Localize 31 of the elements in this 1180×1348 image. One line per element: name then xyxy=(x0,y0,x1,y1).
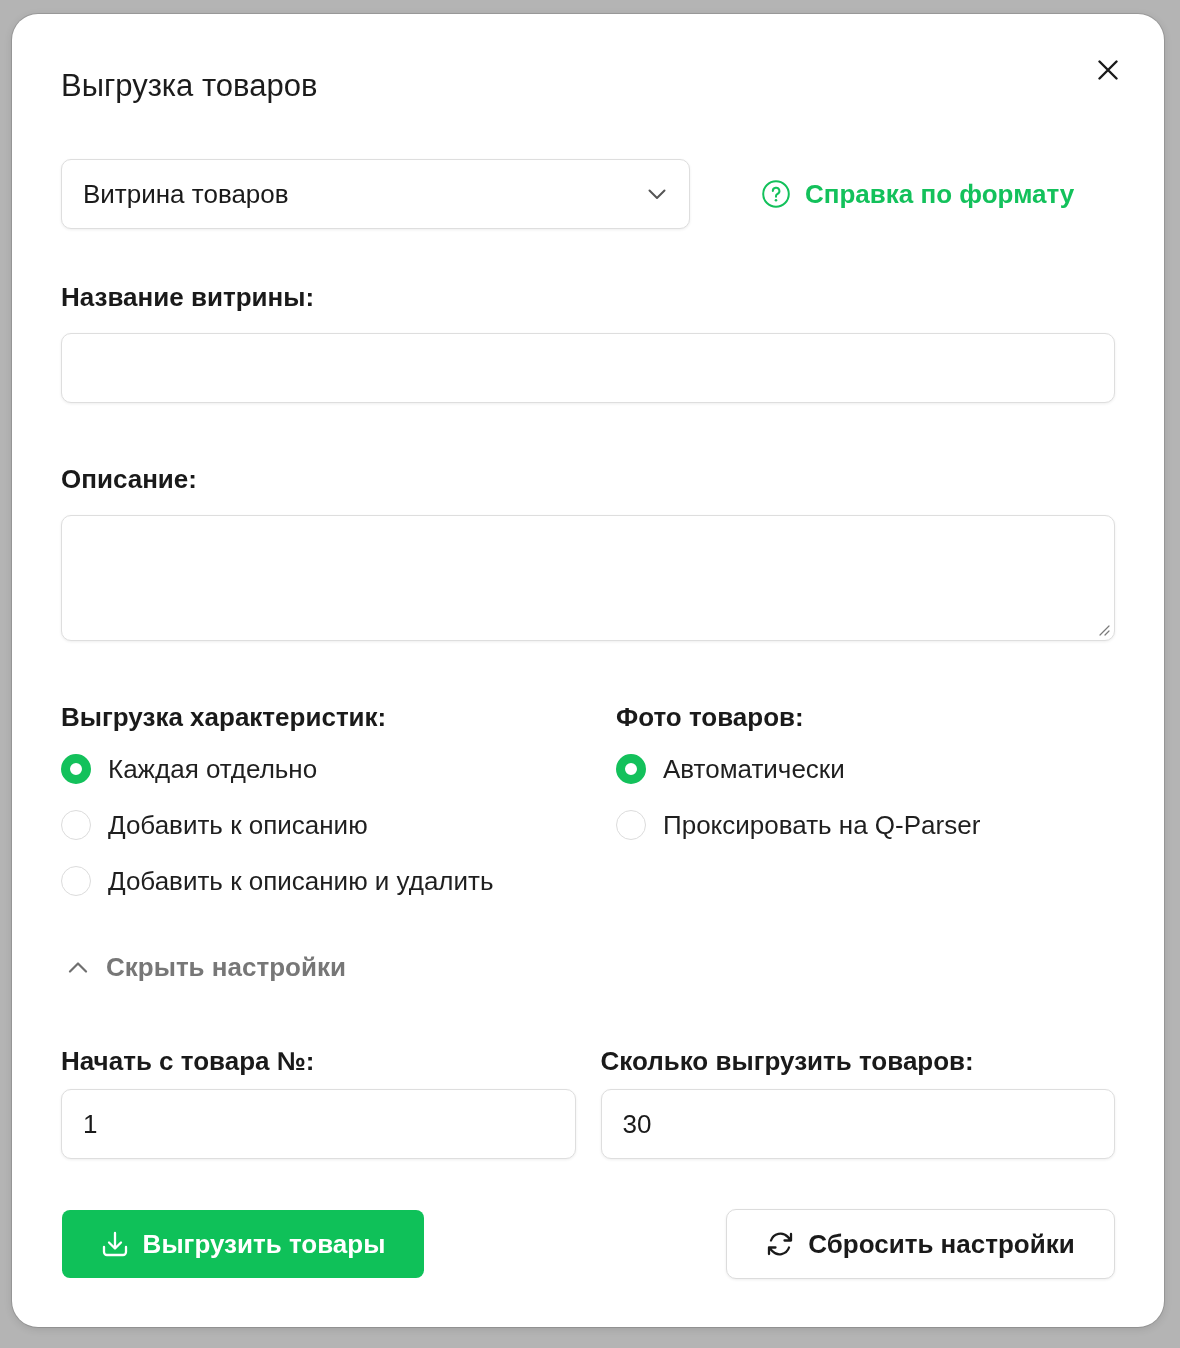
refresh-icon xyxy=(766,1230,795,1258)
textarea-field[interactable] xyxy=(61,515,1115,641)
option-label[interactable]: Добавить к описанию xyxy=(108,809,368,841)
option-label[interactable]: Добавить к описанию и удалить xyxy=(108,865,494,897)
option-label[interactable]: Проксировать на Q-Parser xyxy=(663,809,981,841)
radio-button[interactable] xyxy=(61,866,91,896)
option-label[interactable]: Каждая отдельно xyxy=(108,753,318,785)
resize-handle-icon[interactable] xyxy=(1098,624,1110,636)
field-label: Название витрины: xyxy=(61,281,316,313)
option-label[interactable]: Автоматически xyxy=(663,753,845,785)
radio-button[interactable] xyxy=(61,810,91,840)
chevron-down-icon xyxy=(648,188,666,200)
number-field[interactable]: 30 xyxy=(600,1089,1115,1159)
format-select[interactable]: Витрина товаров xyxy=(61,159,690,229)
group-title: Выгрузка характеристик: xyxy=(61,701,388,733)
number-field[interactable]: 1 xyxy=(61,1089,576,1159)
radio-button[interactable] xyxy=(616,810,646,840)
group-title: Фото товаров: xyxy=(616,701,805,733)
close-button[interactable] xyxy=(1098,60,1118,80)
download-icon xyxy=(100,1230,129,1258)
dialog-title: Выгрузка товаров xyxy=(61,68,318,104)
close-icon xyxy=(1098,60,1118,80)
radio-button[interactable] xyxy=(616,754,646,784)
help-icon xyxy=(762,180,790,208)
field-label: Описание: xyxy=(61,463,198,495)
settings-toggle[interactable]: Скрыть настройки xyxy=(61,951,346,983)
field-label: Начать с товара №: xyxy=(61,1045,316,1077)
field-label: Сколько выгрузить товаров: xyxy=(600,1045,975,1077)
reset-button[interactable]: Сбросить настройки xyxy=(726,1209,1115,1279)
radio-button[interactable] xyxy=(61,754,91,784)
input-field[interactable] xyxy=(61,333,1115,403)
